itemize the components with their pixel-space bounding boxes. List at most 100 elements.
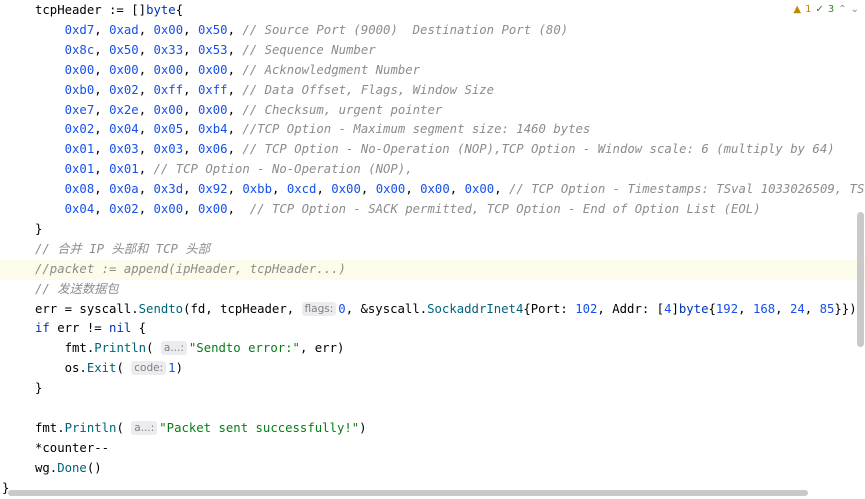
code-token: 0 [338, 301, 346, 316]
code-token: , &syscall. [345, 301, 428, 316]
code-token: // TCP Option - No-Operation (NOP), [153, 162, 413, 177]
code-line[interactable]: 0xb0, 0x02, 0xff, 0xff, // Data Offset, … [0, 81, 865, 101]
code-token: , [138, 42, 154, 57]
code-token: () [86, 460, 102, 475]
code-line[interactable]: 0x04, 0x02, 0x00, 0x00, // TCP Option - … [0, 200, 865, 220]
code-token: 24 [789, 301, 805, 316]
code-line[interactable]: err = syscall.Sendto(fd, tcpHeader, flag… [0, 300, 865, 320]
code-line[interactable]: os.Exit( code: 1) [0, 359, 865, 379]
code-token: // Checksum, urgent pointer [242, 102, 443, 117]
vertical-scrollbar[interactable] [857, 212, 864, 347]
code-token: , [227, 102, 243, 117]
code-token: 0x00 [197, 102, 228, 117]
code-token: 102 [575, 301, 598, 316]
code-token: 0x50 [109, 42, 139, 57]
parameter-hint: a...: [160, 341, 187, 356]
code-token: 0x02 [109, 202, 139, 216]
code-token: { [175, 3, 184, 17]
code-token: 0x03 [109, 142, 139, 157]
code-line[interactable]: if err != nil { [0, 319, 865, 339]
code-token: // Data Offset, Flags, Window Size [242, 82, 495, 97]
code-token: , [183, 102, 198, 117]
code-token: // TCP Option - No-Operation (NOP),TCP O… [242, 142, 835, 157]
code-line[interactable]: 0x00, 0x00, 0x00, 0x00, // Acknowledgmen… [0, 61, 865, 81]
horizontal-scrollbar[interactable] [8, 490, 808, 496]
code-token: Done [57, 460, 87, 475]
code-token: *counter-- [35, 440, 110, 455]
code-token: "Sendto error:" [188, 341, 300, 356]
code-token: byte [146, 3, 176, 17]
code-token: 0xd7 [64, 22, 95, 37]
chevron-up-icon[interactable]: ⌃ [838, 4, 846, 15]
code-token: , [94, 202, 110, 216]
code-token: , err) [299, 341, 345, 356]
code-line[interactable]: 0x02, 0x04, 0x05, 0xb4, //TCP Option - M… [0, 120, 865, 140]
code-token: 0x92 [197, 182, 228, 197]
code-token: 0xff [197, 82, 228, 97]
code-line[interactable]: 0x01, 0x03, 0x03, 0x06, // TCP Option - … [0, 140, 865, 160]
code-line[interactable]: 0xd7, 0xad, 0x00, 0x50, // Source Port (… [0, 21, 865, 41]
code-token: nil [109, 321, 132, 336]
code-line[interactable]: // 合并 IP 头部和 TCP 头部 [0, 240, 865, 260]
code-line[interactable]: 0x8c, 0x50, 0x33, 0x53, // Sequence Numb… [0, 41, 865, 61]
code-token: if [35, 321, 50, 336]
code-line[interactable]: *counter-- [0, 439, 865, 459]
code-line[interactable]: 0xe7, 0x2e, 0x00, 0x00, // Checksum, urg… [0, 101, 865, 121]
code-token: , [183, 202, 198, 216]
code-token: , [227, 22, 243, 37]
code-editor[interactable]: tcpHeader := []byte{ 0xd7, 0xad, 0x00, 0… [0, 0, 865, 497]
code-token: 0xcd [286, 182, 317, 197]
code-line[interactable]: 0x08, 0x0a, 0x3d, 0x92, 0xbb, 0xcd, 0x00… [0, 180, 865, 200]
code-token: fmt. [35, 420, 65, 435]
code-line[interactable] [0, 399, 865, 419]
code-token: 0xad [109, 22, 139, 37]
code-token: byte [678, 301, 709, 316]
code-token: , [138, 102, 154, 117]
chevron-down-icon[interactable]: ⌄ [851, 4, 859, 15]
code-token: 0x01 [64, 142, 95, 157]
code-token: wg. [35, 460, 58, 475]
code-token: (fd, tcpHeader, [183, 301, 302, 316]
code-line[interactable]: 0x01, 0x01, // TCP Option - No-Operation… [0, 160, 865, 180]
code-token: , [138, 162, 154, 177]
warning-count: 1 [805, 4, 812, 15]
code-token: , [360, 182, 376, 197]
code-token: { [708, 301, 716, 316]
code-line[interactable]: } [0, 220, 865, 240]
code-token: 0x00 [420, 182, 450, 197]
code-line[interactable]: fmt.Println( a...: "Sendto error:", err) [0, 339, 865, 359]
code-token: //packet := append(ipHeader, tcpHeader..… [35, 261, 346, 276]
code-token: , [183, 22, 198, 37]
code-token: , [94, 82, 110, 97]
code-line[interactable]: // 发送数据包 [0, 280, 865, 300]
code-token: , [227, 122, 243, 137]
code-token: 0x00 [153, 22, 184, 37]
code-token: 0x33 [153, 42, 184, 57]
code-line[interactable]: //packet := append(ipHeader, tcpHeader..… [0, 259, 865, 280]
code-token: 0x02 [109, 82, 139, 97]
code-line[interactable]: wg.Done() [0, 459, 865, 479]
inspection-status[interactable]: ▲ 1 ✓ 3 ⌃ ⌄ [793, 4, 859, 15]
code-token: , [449, 182, 465, 197]
code-line[interactable]: } [0, 379, 865, 399]
code-token: , [272, 182, 287, 197]
code-line[interactable]: tcpHeader := []byte{ [0, 1, 865, 21]
code-token: 0x3d [153, 182, 184, 197]
warning-triangle-icon: ▲ [793, 4, 802, 15]
code-token: , [94, 62, 110, 77]
code-token: , [227, 182, 243, 197]
code-line[interactable]: fmt.Println( a...: "Packet sent successfu… [0, 419, 865, 439]
code-token: //TCP Option - Maximum segment size: 146… [242, 122, 591, 137]
code-token: , [183, 142, 198, 157]
code-token: ( [146, 341, 161, 356]
code-token: 0x0a [109, 182, 139, 197]
code-token: 0x00 [64, 62, 95, 77]
code-token: Sendto [138, 301, 184, 316]
code-token: , [183, 42, 198, 57]
code-token: ] [671, 301, 679, 316]
code-token: 0x01 [64, 162, 95, 177]
code-token: ) [359, 420, 367, 435]
